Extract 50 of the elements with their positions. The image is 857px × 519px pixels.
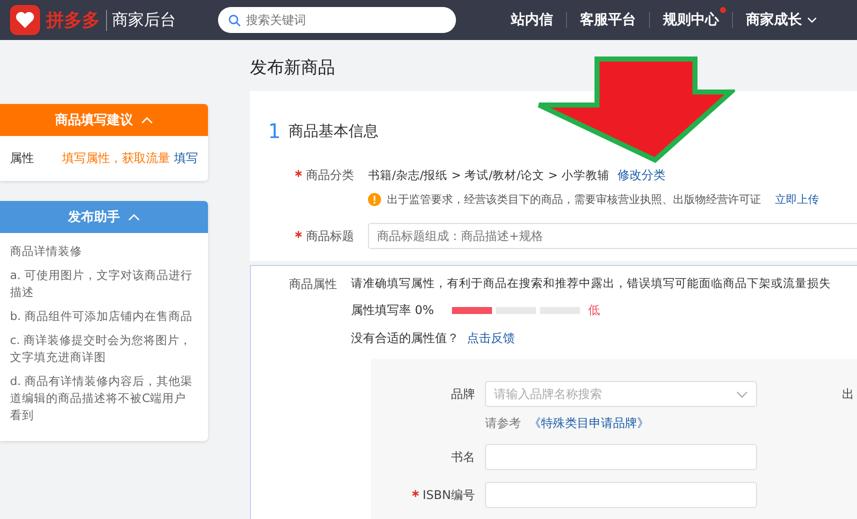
fill-rate-grade: 低 bbox=[588, 302, 600, 319]
field-label: 书名 bbox=[450, 449, 475, 466]
helper-text: c. 商详装修提交时会为您将图片，文字填充进商详图 bbox=[10, 332, 193, 366]
nav-link[interactable]: 规则中心 bbox=[650, 11, 732, 29]
warning-icon bbox=[368, 193, 381, 206]
suggestion-text: 填写属性，获取流量 bbox=[62, 150, 170, 167]
logo-text: 拼多多 bbox=[46, 9, 100, 32]
helper-text: d. 商品有详情装修内容后，其他渠道编辑的商品描述将不被C端用户看到 bbox=[10, 373, 194, 424]
fill-rate-label: 属性填写率 0% bbox=[351, 302, 434, 319]
feedback-text: 没有合适的属性值？ bbox=[351, 331, 459, 345]
nav-link[interactable]: 站内信 bbox=[498, 11, 566, 29]
nav-link[interactable]: 商家成长 bbox=[733, 11, 830, 29]
notice-text: 出于监管要求，经营该类目下的商品，需要审核营业执照、出版物经营许可证 bbox=[387, 192, 761, 207]
helper-text: 商品详情装修 bbox=[10, 243, 83, 260]
logo-icon bbox=[10, 5, 40, 35]
upload-link[interactable]: 立即上传 bbox=[775, 192, 819, 207]
text-input[interactable] bbox=[485, 444, 757, 470]
chevron-up-icon bbox=[128, 213, 140, 221]
category-path: 书籍/杂志/报纸 > 考试/教材/论文 > 小学教辅 bbox=[368, 168, 610, 182]
note-text: 请参考 bbox=[485, 416, 521, 430]
required-asterisk-icon bbox=[295, 230, 302, 238]
app-name: 商家后台 bbox=[106, 10, 176, 30]
chevron-down-icon bbox=[807, 16, 817, 24]
field-label: ISBN编号 bbox=[371, 482, 475, 508]
chevron-down-icon bbox=[736, 390, 748, 398]
search-field[interactable]: 搜索关键词 bbox=[218, 7, 456, 33]
field-label: 商品属性 bbox=[288, 276, 337, 293]
text-input[interactable] bbox=[485, 482, 757, 508]
field-label: 品牌 bbox=[450, 386, 475, 403]
brand-rules-link[interactable]: 《特殊类目申请品牌》 bbox=[529, 416, 649, 430]
section-number: 1 bbox=[268, 119, 281, 143]
feedback-link[interactable]: 点击反馈 bbox=[467, 331, 515, 345]
fill-link[interactable]: 填写 bbox=[174, 150, 198, 167]
title-input[interactable]: 商品标题组成：商品描述+规格 bbox=[368, 223, 857, 249]
nav-link[interactable]: 客服平台 bbox=[567, 11, 649, 29]
attribute-hint: 请准确填写属性，有利于商品在搜索和推荐中露出，错误填写可能面临商品下架或流量损失 bbox=[351, 276, 831, 291]
required-asterisk-icon bbox=[295, 170, 302, 177]
helper-text: a. 可使用图片，文字对该商品进行描述 bbox=[10, 267, 194, 301]
required-asterisk-icon bbox=[412, 490, 419, 497]
notification-dot bbox=[720, 7, 726, 13]
field-label: 出 bbox=[842, 386, 854, 403]
chevron-up-icon bbox=[141, 116, 153, 124]
page-title: 发布新商品 bbox=[250, 57, 336, 79]
field-label: 商品分类 bbox=[268, 167, 354, 207]
suggestion-label: 属性 bbox=[10, 150, 35, 167]
helper-text: b. 商品组件可添加店铺内在售商品 bbox=[10, 308, 194, 325]
field-label: 商品标题 bbox=[268, 228, 354, 244]
change-category-link[interactable]: 修改分类 bbox=[617, 168, 666, 182]
search-icon bbox=[228, 14, 241, 27]
section-title: 商品基本信息 bbox=[288, 122, 379, 140]
